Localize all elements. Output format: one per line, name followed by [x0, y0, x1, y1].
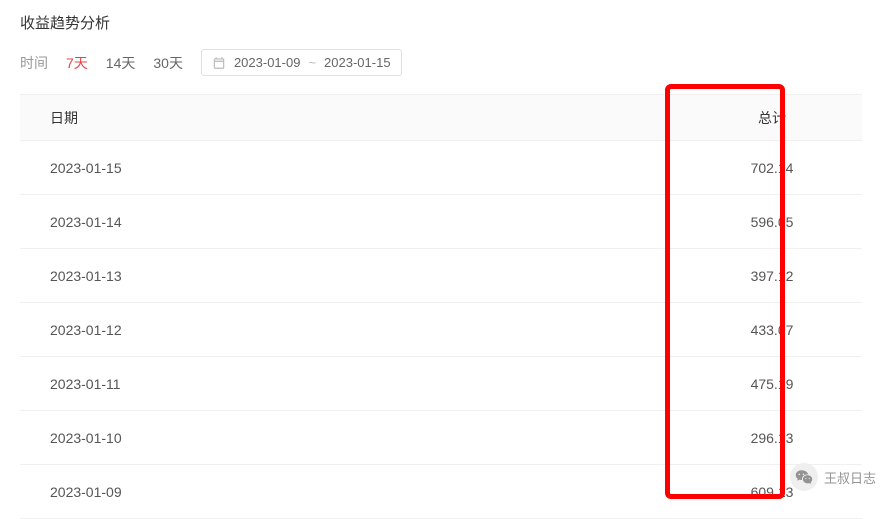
tab-14-days[interactable]: 14天 — [106, 53, 136, 73]
date-end: 2023-01-15 — [324, 55, 391, 70]
calendar-icon — [212, 56, 226, 70]
watermark: 王叔日志 — [790, 463, 876, 491]
cell-total: 433.07 — [712, 322, 832, 338]
cell-date: 2023-01-12 — [50, 322, 712, 338]
table-row: 2023-01-12433.07 — [20, 303, 862, 357]
date-range-picker[interactable]: 2023-01-09 ~ 2023-01-15 — [201, 49, 402, 76]
cell-total: 475.19 — [712, 376, 832, 392]
cell-date: 2023-01-14 — [50, 214, 712, 230]
page-title: 收益趋势分析 — [20, 12, 862, 33]
cell-date: 2023-01-09 — [50, 484, 712, 500]
cell-date: 2023-01-13 — [50, 268, 712, 284]
table-header: 日期 总计 — [20, 95, 862, 141]
cell-date: 2023-01-15 — [50, 160, 712, 176]
revenue-table: 日期 总计 2023-01-15702.142023-01-14596.0520… — [20, 94, 862, 519]
filter-row: 时间 7天 14天 30天 2023-01-09 ~ 2023-01-15 — [20, 49, 862, 76]
column-header-date: 日期 — [50, 108, 712, 128]
cell-total: 296.13 — [712, 430, 832, 446]
table-row: 2023-01-10296.13 — [20, 411, 862, 465]
cell-date: 2023-01-11 — [50, 376, 712, 392]
column-header-total: 总计 — [712, 108, 832, 128]
table-row: 2023-01-15702.14 — [20, 141, 862, 195]
watermark-text: 王叔日志 — [824, 468, 876, 487]
table-row: 2023-01-14596.05 — [20, 195, 862, 249]
cell-date: 2023-01-10 — [50, 430, 712, 446]
wechat-icon — [790, 463, 818, 491]
cell-total: 397.12 — [712, 268, 832, 284]
date-start: 2023-01-09 — [234, 55, 301, 70]
cell-total: 596.05 — [712, 214, 832, 230]
cell-total: 702.14 — [712, 160, 832, 176]
tab-30-days[interactable]: 30天 — [153, 53, 183, 73]
filter-label-time: 时间 — [20, 53, 48, 73]
date-separator: ~ — [308, 55, 316, 70]
tab-7-days[interactable]: 7天 — [66, 53, 88, 73]
table-row: 2023-01-09609.13 — [20, 465, 862, 519]
table-row: 2023-01-11475.19 — [20, 357, 862, 411]
table-row: 2023-01-13397.12 — [20, 249, 862, 303]
